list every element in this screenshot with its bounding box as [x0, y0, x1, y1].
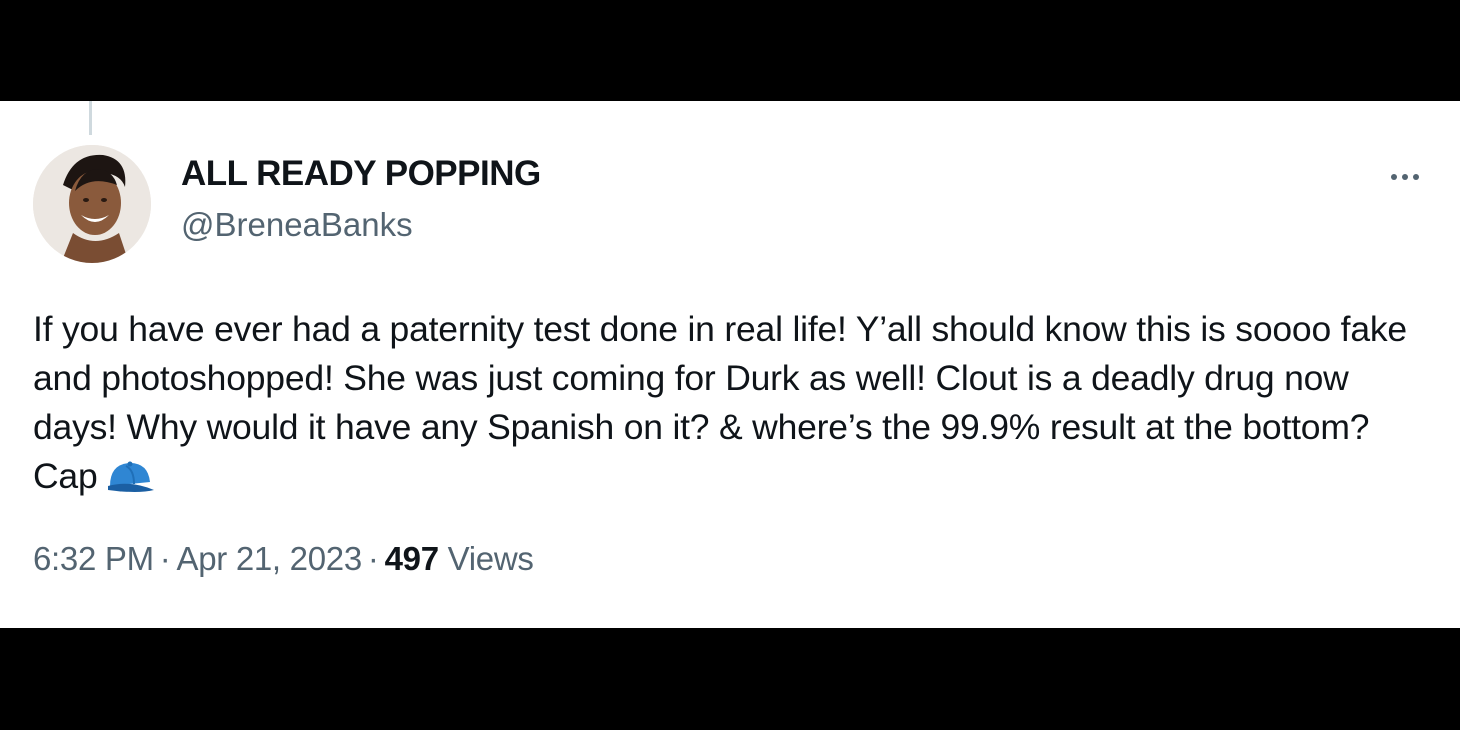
more-horizontal-icon-dot — [1413, 174, 1419, 180]
screenshot-frame: ALL READY POPPING @BreneaBanks If you ha… — [0, 0, 1460, 730]
tweet-card[interactable]: ALL READY POPPING @BreneaBanks If you ha… — [0, 101, 1460, 628]
views-stat[interactable]: 497 Views — [385, 540, 534, 577]
author-handle[interactable]: @BreneaBanks — [181, 206, 413, 244]
thread-connector-line — [89, 101, 92, 135]
avatar-portrait-icon — [33, 145, 151, 263]
tweet-date: Apr 21, 2023 — [176, 540, 363, 577]
author-avatar[interactable] — [33, 145, 151, 263]
more-horizontal-icon-dot — [1402, 174, 1408, 180]
tweet-body: If you have ever had a paternity test do… — [33, 305, 1433, 507]
tweet-timestamp-link[interactable]: 6:32 PM · Apr 21, 2023 — [33, 540, 362, 577]
more-horizontal-icon — [1391, 174, 1397, 180]
more-options-button[interactable] — [1380, 163, 1430, 191]
views-count: 497 — [384, 540, 439, 577]
meta-separator: · — [159, 540, 171, 577]
author-display-name[interactable]: ALL READY POPPING — [181, 154, 541, 194]
meta-separator: · — [367, 540, 379, 577]
tweet-metadata: 6:32 PM · Apr 21, 2023 · 497 Views — [33, 540, 534, 578]
views-label: Views — [447, 540, 534, 577]
tweet-time: 6:32 PM — [33, 540, 154, 577]
blue-cap-emoji-icon — [104, 458, 156, 507]
tweet-text: If you have ever had a paternity test do… — [33, 309, 1407, 496]
